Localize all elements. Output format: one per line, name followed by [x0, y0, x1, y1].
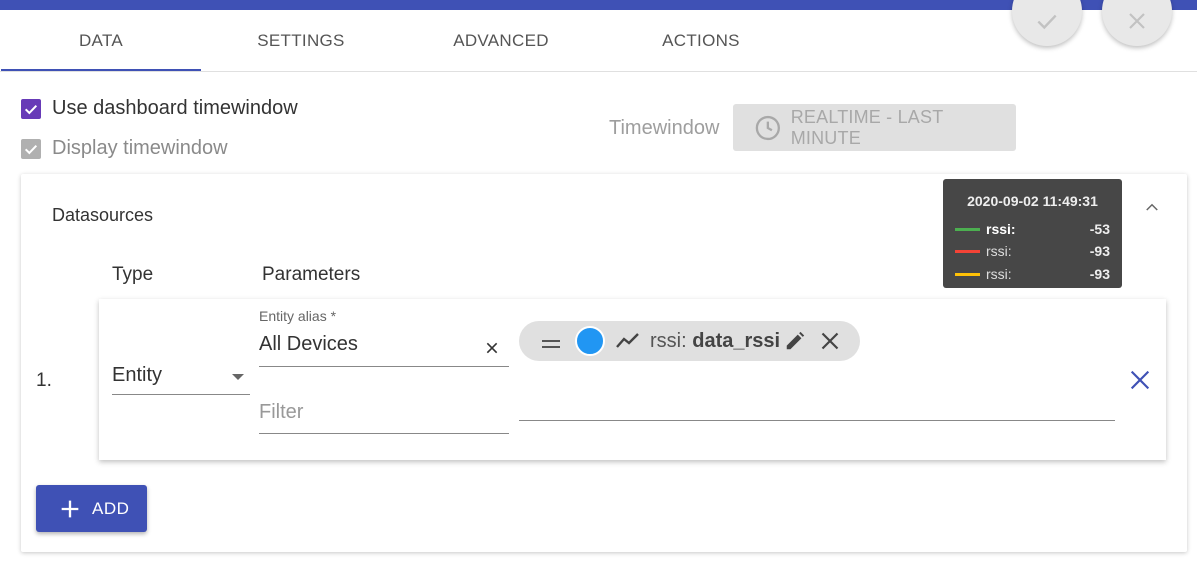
tooltip-timestamp: 2020-09-02 11:49:31 [967, 193, 1098, 209]
checkbox-checked-disabled-icon [21, 138, 41, 159]
clear-alias-button[interactable] [485, 341, 499, 360]
entity-alias-label: Entity alias * [259, 308, 337, 324]
datakeys-input-underline[interactable] [519, 420, 1115, 421]
datakey-color-dot[interactable] [575, 326, 605, 356]
close-icon [1129, 13, 1145, 29]
column-header-parameters: Parameters [262, 264, 361, 285]
datasource-row-index: 1. [36, 370, 52, 391]
tooltip-row: rssi: -53 [955, 221, 1110, 237]
checkbox-checked-icon [21, 98, 41, 119]
chart-tooltip: 2020-09-02 11:49:31 rssi: -53 rssi: -93 … [943, 179, 1122, 288]
add-button-label: ADD [92, 498, 130, 518]
tab-advanced[interactable]: ADVANCED [401, 10, 601, 71]
dropdown-arrow-icon [232, 374, 244, 380]
edit-datakey-button[interactable] [784, 330, 806, 357]
collapse-panel-button[interactable] [1143, 198, 1161, 221]
tooltip-value: -93 [1089, 243, 1110, 259]
remove-datasource-button[interactable] [1130, 370, 1150, 395]
add-datasource-button[interactable]: ADD [36, 485, 147, 532]
column-header-type: Type [112, 264, 154, 285]
use-dashboard-timewindow-label: Use dashboard timewindow [52, 97, 298, 119]
plus-icon [61, 500, 79, 517]
datasource-row: Entity Entity alias * All Devices Filter… [99, 299, 1166, 460]
tooltip-key: rssi: [986, 221, 1016, 237]
tooltip-value: -53 [1089, 221, 1110, 237]
datasources-title: Datasources [52, 205, 154, 225]
check-icon [1037, 14, 1057, 30]
close-icon [821, 332, 839, 350]
remove-datakey-button[interactable] [820, 331, 840, 356]
timeseries-chart-icon [616, 331, 640, 356]
series-color-line [955, 228, 980, 231]
series-color-line [955, 250, 980, 253]
close-icon [486, 342, 498, 354]
entity-alias-value: All Devices [259, 333, 358, 355]
tooltip-row: rssi: -93 [955, 266, 1110, 282]
tooltip-key: rssi: [986, 243, 1012, 259]
clock-icon [755, 115, 780, 140]
pencil-icon [786, 331, 805, 350]
series-color-line [955, 273, 980, 276]
datakey-value: data_rssi [692, 330, 781, 352]
tab-actions[interactable]: ACTIONS [601, 10, 801, 71]
datakey-chip[interactable]: rssi: data_rssi [519, 321, 860, 361]
datakey-key: rssi: [650, 330, 687, 352]
datasource-type-select[interactable]: Entity [112, 362, 250, 395]
tooltip-key: rssi: [986, 266, 1012, 282]
datakey-label: rssi: data_rssi [650, 330, 780, 353]
timewindow-value: REALTIME - LAST MINUTE [790, 106, 944, 148]
display-timewindow-checkbox[interactable]: Display timewindow [21, 137, 228, 160]
tab-data[interactable]: DATA [1, 10, 201, 71]
timewindow-button[interactable]: REALTIME - LAST MINUTE [733, 104, 1016, 151]
active-tab-indicator [1, 69, 201, 71]
use-dashboard-timewindow-checkbox[interactable]: Use dashboard timewindow [21, 97, 298, 120]
tooltip-value: -93 [1089, 266, 1110, 282]
entity-alias-input[interactable]: All Devices [259, 329, 509, 367]
close-icon [1130, 370, 1150, 390]
display-timewindow-label: Display timewindow [52, 137, 228, 159]
tab-settings[interactable]: SETTINGS [201, 10, 401, 71]
filter-placeholder: Filter [259, 401, 304, 423]
drag-handle-icon[interactable] [542, 336, 560, 354]
datasource-type-value: Entity [112, 364, 163, 386]
filter-input[interactable]: Filter [259, 397, 509, 434]
tooltip-row: rssi: -93 [955, 243, 1110, 259]
timewindow-label: Timewindow [609, 117, 720, 139]
chevron-up-icon [1146, 203, 1158, 211]
